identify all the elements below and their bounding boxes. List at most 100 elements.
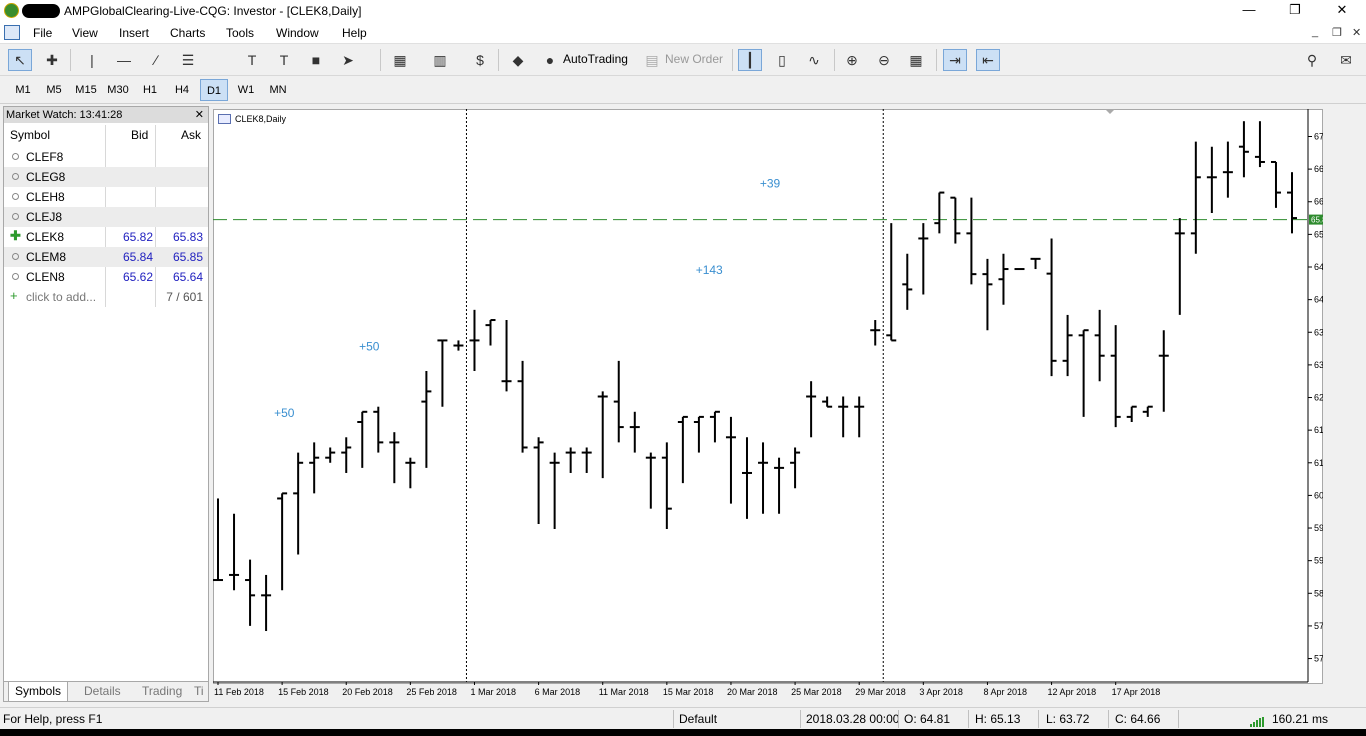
profiles-icon[interactable]: ▥ bbox=[428, 49, 452, 71]
search-icon[interactable]: ⚲ bbox=[1300, 49, 1324, 71]
toolbar-separator bbox=[380, 49, 381, 71]
close-icon[interactable]: ✕ bbox=[195, 107, 204, 123]
symbol-name: CLEM8 bbox=[26, 250, 67, 264]
column-bid[interactable]: Bid bbox=[131, 125, 148, 145]
column-symbol[interactable]: Symbol bbox=[10, 125, 50, 145]
line-chart-icon[interactable]: ∿ bbox=[802, 49, 826, 71]
autotrading-icon[interactable]: ● bbox=[538, 49, 562, 71]
symbol-row[interactable]: CLEF8 bbox=[4, 147, 208, 167]
price-chart[interactable]: 67.50 66.86 66.22 65.58 64.94 64.30 63.66 63.02… bbox=[213, 109, 1323, 699]
time-tick-label: 3 Apr 2018 bbox=[919, 687, 963, 697]
child-restore-icon[interactable]: ❐ bbox=[1332, 26, 1342, 39]
chart-window-icon bbox=[218, 114, 231, 124]
status-separator bbox=[1108, 710, 1109, 728]
symbol-name: CLEG8 bbox=[26, 170, 66, 184]
rectangle-icon[interactable]: ■ bbox=[304, 49, 328, 71]
symbol-row[interactable]: CLEH8 bbox=[4, 187, 208, 207]
chart-shift-icon[interactable]: ⇤ bbox=[976, 49, 1000, 71]
timeframe-d1[interactable]: D1 bbox=[200, 79, 228, 101]
menu-file[interactable]: File bbox=[33, 26, 52, 40]
crosshair-icon[interactable]: ✚ bbox=[40, 49, 64, 71]
profile-name[interactable]: Default bbox=[679, 712, 717, 726]
chat-icon[interactable]: ✉ bbox=[1334, 49, 1358, 71]
connection-signal-icon bbox=[1250, 716, 1264, 727]
restore-icon[interactable]: ❐ bbox=[1286, 2, 1304, 18]
timeframe-h4[interactable]: H4 bbox=[168, 79, 196, 101]
child-minimize-icon[interactable]: _ bbox=[1312, 26, 1318, 38]
timeframe-m1[interactable]: M1 bbox=[9, 79, 37, 101]
timeframe-mn[interactable]: MN bbox=[264, 79, 292, 101]
new-chart-icon[interactable]: ▦ bbox=[388, 49, 412, 71]
symbol-name: CLEK8 bbox=[26, 230, 65, 244]
new-order-button[interactable]: New Order bbox=[665, 52, 723, 66]
price-tick-label: 58.54 bbox=[1314, 588, 1323, 598]
menu-charts[interactable]: Charts bbox=[170, 26, 205, 40]
ask-value: 65.64 bbox=[172, 270, 203, 284]
timeframe-m5[interactable]: M5 bbox=[40, 79, 68, 101]
new-order-icon[interactable]: ▤ bbox=[640, 49, 664, 71]
close-icon[interactable]: ✕ bbox=[1333, 2, 1351, 18]
active-symbol-icon: ✚ bbox=[10, 228, 21, 243]
autotrading-button[interactable]: AutoTrading bbox=[563, 52, 628, 66]
tab-trading[interactable]: Trading bbox=[136, 682, 188, 702]
symbol-row[interactable]: CLEM8 65.84 65.85 bbox=[4, 247, 208, 267]
symbol-row[interactable]: ✚ CLEK8 65.82 65.83 bbox=[4, 227, 208, 247]
toolbar-separator bbox=[936, 49, 937, 71]
bar-chart-icon[interactable]: ┃ bbox=[738, 49, 762, 71]
time-tick-label: 11 Mar 2018 bbox=[599, 687, 649, 697]
price-tick-label: 63.66 bbox=[1314, 327, 1323, 337]
chart-label: CLEK8,Daily bbox=[218, 112, 286, 126]
autoscroll-icon[interactable]: ⇥ bbox=[943, 49, 967, 71]
cursor-icon[interactable]: ↖ bbox=[8, 49, 32, 71]
time-tick-label: 29 Mar 2018 bbox=[855, 687, 906, 697]
tab-symbols[interactable]: Symbols bbox=[8, 682, 69, 702]
time-tick-label: 25 Feb 2018 bbox=[406, 687, 457, 697]
bid-value: 65.62 bbox=[122, 270, 153, 284]
symbol-row[interactable]: CLEN8 65.62 65.64 bbox=[4, 267, 208, 287]
meta-editor-icon[interactable]: ◆ bbox=[506, 49, 530, 71]
timeframe-h1[interactable]: H1 bbox=[136, 79, 164, 101]
tab-details[interactable]: Details bbox=[78, 682, 127, 702]
menu-help[interactable]: Help bbox=[342, 26, 367, 40]
add-symbol-row[interactable]: + click to add... 7 / 601 bbox=[4, 287, 208, 307]
minimize-icon[interactable]: — bbox=[1240, 2, 1258, 18]
candlestick-icon[interactable]: ▯ bbox=[770, 49, 794, 71]
timeframe-w1[interactable]: W1 bbox=[232, 79, 260, 101]
horizontal-line-icon[interactable]: — bbox=[112, 49, 136, 71]
menu-insert[interactable]: Insert bbox=[119, 26, 149, 40]
market-watch-icon[interactable]: $ bbox=[468, 49, 492, 71]
market-watch-tabs: Symbols Details Trading Ti bbox=[4, 681, 208, 702]
column-ask[interactable]: Ask bbox=[181, 125, 201, 145]
menu-tools[interactable]: Tools bbox=[226, 26, 254, 40]
chart-window-icon[interactable] bbox=[4, 25, 20, 40]
chart-shift-marker bbox=[1105, 109, 1115, 114]
fibonacci-icon[interactable]: ☰ bbox=[176, 49, 200, 71]
status-close: C: 64.66 bbox=[1115, 712, 1161, 726]
add-icon: + bbox=[10, 288, 18, 303]
menu-view[interactable]: View bbox=[72, 26, 98, 40]
symbol-count: 7 / 601 bbox=[166, 290, 203, 304]
time-tick-label: 25 Mar 2018 bbox=[791, 687, 842, 697]
zoom-out-icon[interactable]: ⊖ bbox=[872, 49, 896, 71]
timeframe-m30[interactable]: M30 bbox=[104, 79, 132, 101]
label-icon[interactable]: T bbox=[272, 49, 296, 71]
child-close-icon[interactable]: ✕ bbox=[1352, 26, 1361, 39]
add-symbol-label[interactable]: click to add... bbox=[26, 290, 96, 304]
zoom-in-icon[interactable]: ⊕ bbox=[840, 49, 864, 71]
price-tick-label: 67.50 bbox=[1314, 131, 1323, 141]
shapes-icon[interactable]: ➤ bbox=[336, 49, 360, 71]
symbol-row[interactable]: CLEJ8 bbox=[4, 207, 208, 227]
tile-windows-icon[interactable]: ▦ bbox=[904, 49, 928, 71]
chart-annotation: +143 bbox=[696, 263, 723, 277]
timeframe-m15[interactable]: M15 bbox=[72, 79, 100, 101]
text-icon[interactable]: T bbox=[240, 49, 264, 71]
menu-window[interactable]: Window bbox=[276, 26, 319, 40]
connection-ping: 160.21 ms bbox=[1272, 712, 1329, 726]
symbol-name: CLEJ8 bbox=[26, 210, 63, 224]
trendline-icon[interactable]: ∕ bbox=[144, 49, 168, 71]
chart-annotation: +50 bbox=[359, 340, 380, 354]
time-tick-label: 17 Apr 2018 bbox=[1112, 687, 1161, 697]
symbol-row[interactable]: CLEG8 bbox=[4, 167, 208, 187]
tab-ticks[interactable]: Ti bbox=[192, 682, 206, 702]
vertical-line-icon[interactable]: | bbox=[80, 49, 104, 71]
